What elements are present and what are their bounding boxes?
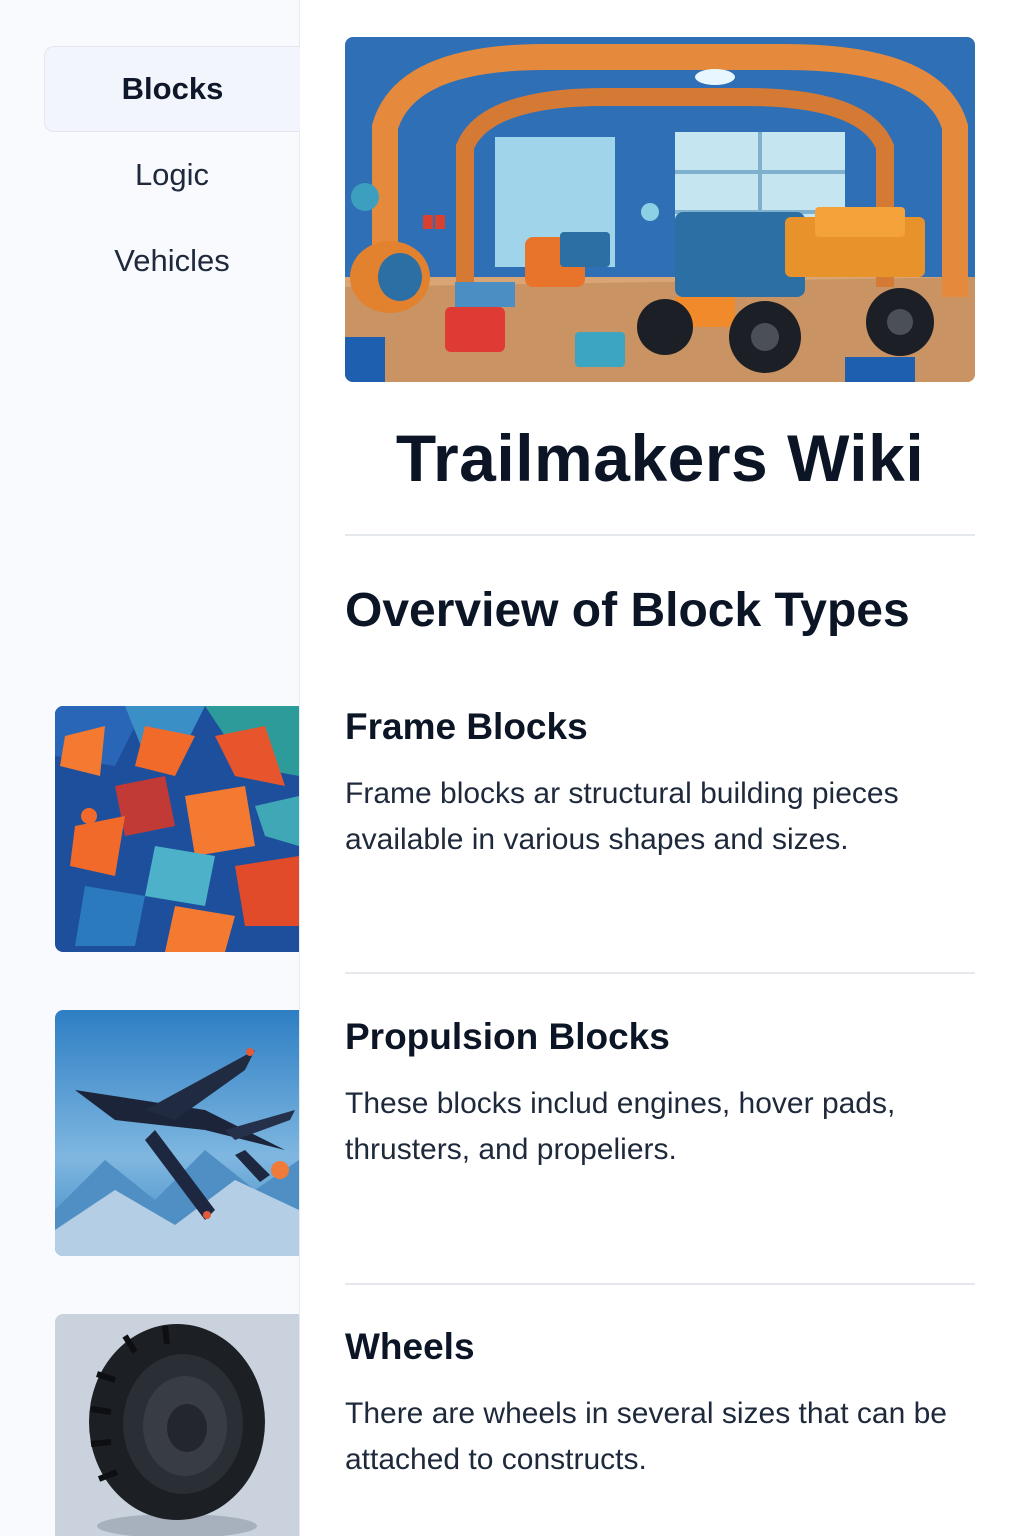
wheels-image <box>55 1314 299 1536</box>
divider <box>345 972 975 974</box>
frame-blocks-description: Frame blocks ar structural building piec… <box>345 777 899 856</box>
frame-blocks-image <box>55 706 299 952</box>
overview-heading: Overview of Block Types <box>345 584 910 637</box>
wheels-heading: Wheels <box>345 1326 475 1367</box>
sidebar-item-blocks[interactable]: Blocks <box>44 46 300 132</box>
propulsion-blocks-image <box>55 1010 299 1256</box>
hero-image <box>345 37 975 382</box>
sidebar-item-label: Logic <box>134 157 210 192</box>
sidebar-item-label: Blocks <box>121 71 224 106</box>
divider <box>345 534 975 536</box>
frame-blocks-heading: Frame Blocks <box>345 706 588 747</box>
propulsion-blocks-heading: Propulsion Blocks <box>345 1016 670 1057</box>
page-title: Trailmakers Wiki <box>395 421 925 495</box>
sidebar-item-label: Vehicles <box>114 243 230 278</box>
page: Blocks Logic Vehicles Trailmakers Wiki O… <box>0 0 1024 1536</box>
divider <box>345 1283 975 1285</box>
propulsion-blocks-description: These blocks includ engines, hover pads,… <box>345 1087 896 1166</box>
wheels-description: There are wheels in several sizes that c… <box>345 1397 947 1476</box>
sidebar-nav: Blocks Logic Vehicles <box>44 46 300 304</box>
sidebar: Blocks Logic Vehicles <box>0 0 300 1536</box>
sidebar-item-vehicles[interactable]: Vehicles <box>44 218 300 304</box>
sidebar-item-logic[interactable]: Logic <box>44 132 300 218</box>
